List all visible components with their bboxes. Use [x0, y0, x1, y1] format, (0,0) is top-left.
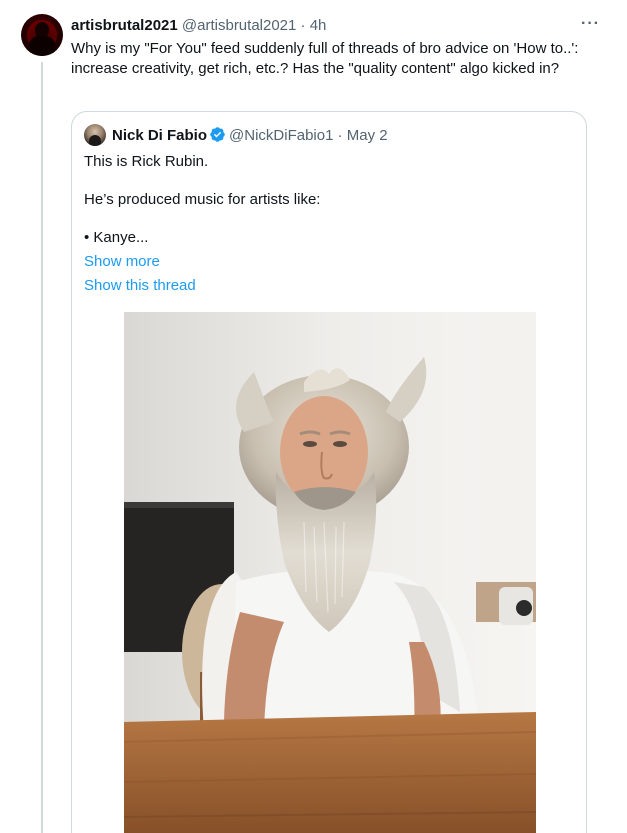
quoted-tweet-card[interactable]: Nick Di Fabio @NickDiFabio1 · May 2 This … [71, 111, 587, 833]
quoted-author-avatar [84, 124, 106, 146]
verified-badge-icon [210, 127, 225, 142]
quoted-tweet-header: Nick Di Fabio @NickDiFabio1 · May 2 [112, 126, 388, 146]
header-separator: · [300, 17, 306, 34]
author-handle[interactable]: @artisbrutal2021 [182, 17, 296, 34]
thread-connector-line [41, 62, 43, 833]
photo-of-bearded-man-icon [124, 312, 536, 833]
quoted-tweet-text: This is Rick Rubin. He’s produced music … [84, 152, 574, 248]
author-display-name[interactable]: artisbrutal2021 [71, 17, 178, 34]
show-more-link[interactable]: Show more [84, 252, 160, 272]
tweet-header: artisbrutal2021 @artisbrutal2021 · 4h [71, 16, 587, 36]
quoted-text-line: This is Rick Rubin. [84, 153, 209, 170]
tweet-text: Why is my "For You" feed suddenly full o… [71, 40, 579, 77]
quoted-text-blank [84, 172, 574, 190]
more-options-icon[interactable]: ··· [581, 16, 600, 32]
quoted-text-line: He’s produced music for artists like: [84, 191, 321, 208]
quoted-author-display-name: Nick Di Fabio [112, 127, 208, 144]
quoted-author-handle: @NickDiFabio1 [229, 127, 334, 144]
quoted-text-line: • Kanye... [84, 229, 149, 246]
quoted-tweet-date: May 2 [346, 127, 388, 144]
quoted-text-blank [84, 210, 574, 228]
quoted-separator: · [337, 127, 343, 144]
author-avatar[interactable] [21, 14, 63, 56]
quoted-tweet-photo[interactable] [124, 312, 536, 833]
show-this-thread-link[interactable]: Show this thread [84, 276, 196, 296]
tweet-timestamp[interactable]: 4h [310, 17, 327, 34]
